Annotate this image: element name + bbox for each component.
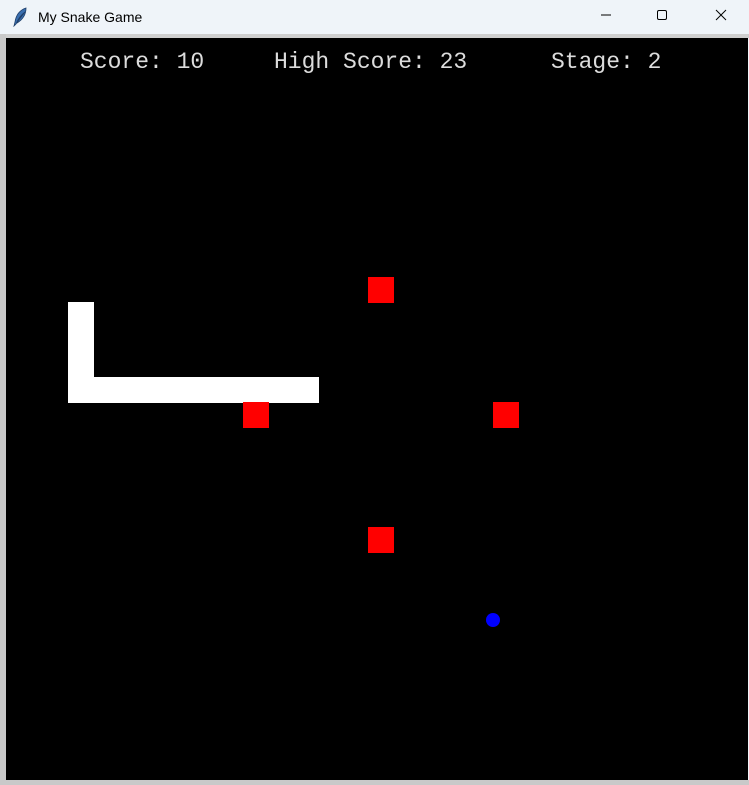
minimize-icon [600,8,612,26]
score-label: Score: 10 [80,49,205,75]
feather-icon [12,7,30,28]
obstacle-block [368,527,394,553]
obstacle-block [493,402,519,428]
maximize-button[interactable] [639,0,685,34]
stage-label: Stage: 2 [551,49,662,75]
game-window: My Snake Game Score: 10 High Score: 23 S… [0,0,749,785]
obstacle-block [368,277,394,303]
minimize-button[interactable] [583,0,629,34]
close-icon [715,8,727,26]
snake-segment [68,377,319,403]
close-button[interactable] [698,0,744,34]
maximize-icon [656,8,668,26]
food-pellet [486,613,500,627]
obstacle-block [243,402,269,428]
title-bar[interactable]: My Snake Game [0,0,749,34]
window-title: My Snake Game [38,9,143,25]
high-score-label: High Score: 23 [274,49,468,75]
game-canvas[interactable]: Score: 10 High Score: 23 Stage: 2 [6,38,748,780]
window-frame-bottom [0,780,749,785]
